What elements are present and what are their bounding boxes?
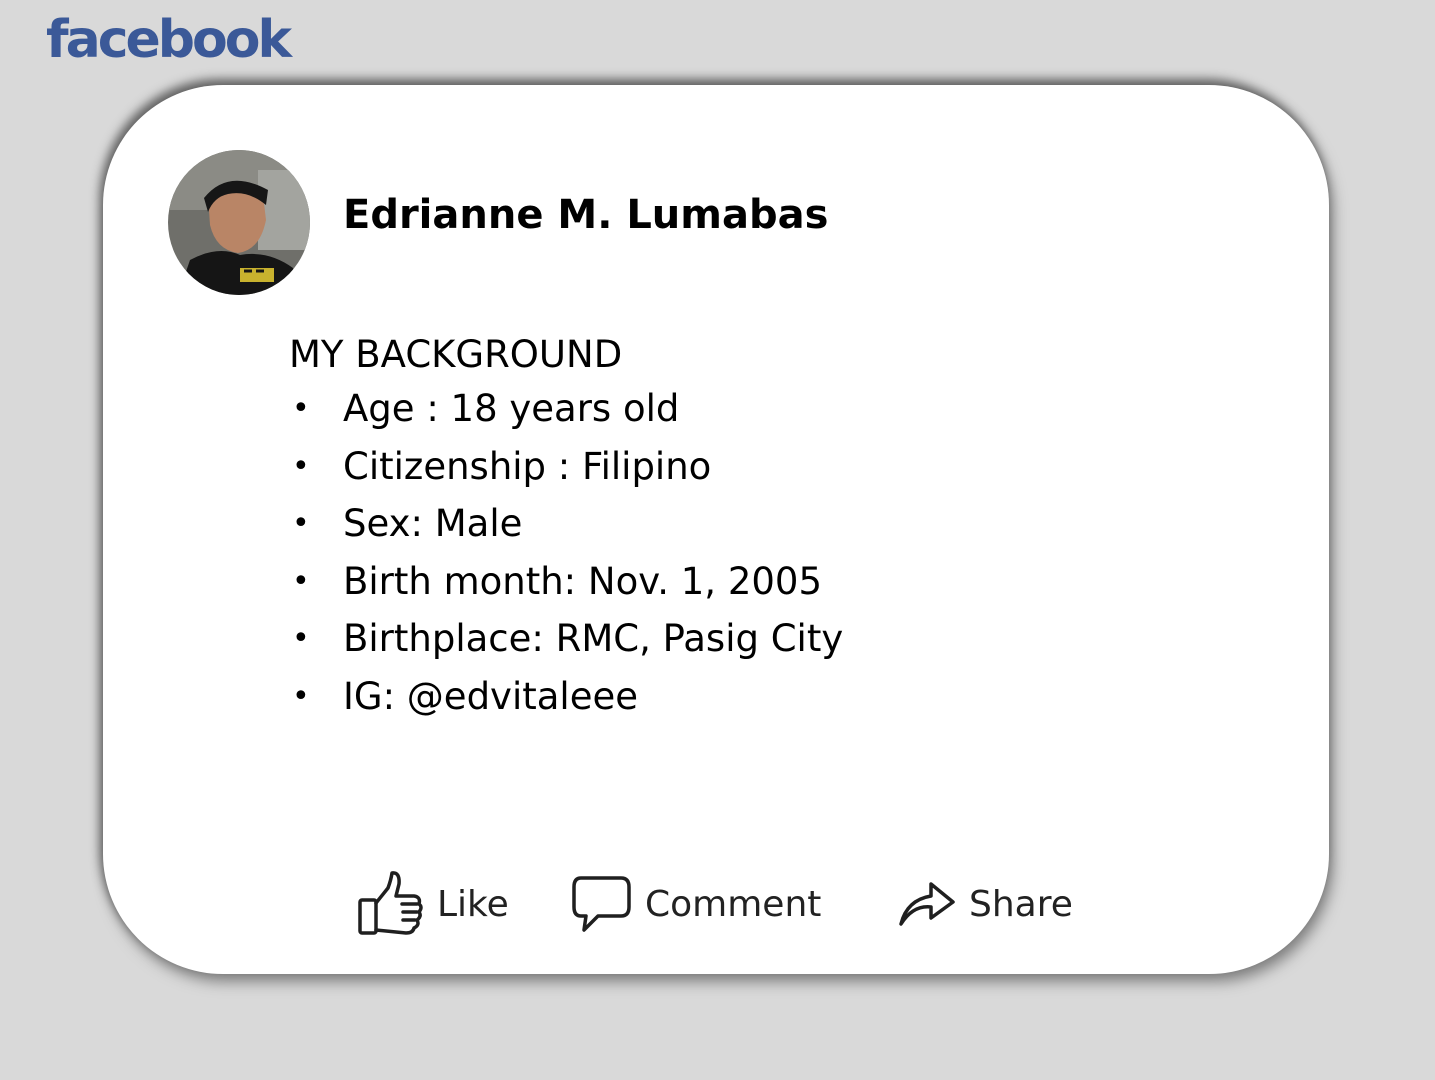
speech-bubble-icon — [571, 873, 633, 935]
facebook-logo: facebook — [46, 10, 292, 70]
share-button[interactable]: Share — [897, 868, 1073, 940]
post-card: Edrianne M. Lumabas MY BACKGROUND • Age … — [103, 85, 1329, 974]
details-list: • Age : 18 years old • Citizenship : Fil… — [289, 380, 843, 725]
list-item: • Birth month: Nov. 1, 2005 — [289, 553, 843, 611]
bullet-icon: • — [292, 448, 310, 484]
detail-text: Birthplace: RMC, Pasig City — [343, 617, 844, 660]
post-body: MY BACKGROUND • Age : 18 years old • Cit… — [289, 330, 843, 725]
list-item[interactable]: • IG: @edvitaleee — [289, 668, 843, 726]
detail-text: Age : 18 years old — [343, 387, 680, 430]
detail-text: Birth month: Nov. 1, 2005 — [343, 559, 822, 603]
author-name[interactable]: Edrianne M. Lumabas — [343, 195, 828, 235]
list-item: • Birthplace: RMC, Pasig City — [289, 610, 843, 668]
comment-button[interactable]: Comment — [571, 868, 821, 940]
bullet-icon: • — [292, 506, 310, 541]
like-button[interactable]: Like — [357, 868, 509, 940]
bullet-icon: • — [292, 563, 310, 599]
detail-text: Citizenship : Filipino — [343, 444, 712, 488]
share-arrow-icon — [897, 874, 957, 934]
detail-text[interactable]: IG: @edvitaleee — [343, 675, 638, 718]
detail-text: Sex: Male — [343, 502, 523, 545]
bullet-icon: • — [292, 621, 310, 656]
comment-label: Comment — [645, 883, 822, 925]
share-label: Share — [969, 883, 1073, 925]
thumbs-up-icon — [357, 870, 425, 938]
section-title: MY BACKGROUND — [289, 333, 623, 376]
list-item: • Citizenship : Filipino — [289, 438, 843, 496]
list-item: • Age : 18 years old — [289, 380, 843, 438]
bullet-icon: • — [292, 678, 310, 714]
like-label: Like — [437, 883, 509, 925]
avatar[interactable] — [168, 150, 310, 295]
bullet-icon: • — [292, 391, 310, 426]
profile-photo — [168, 150, 310, 295]
list-item: • Sex: Male — [289, 495, 843, 553]
